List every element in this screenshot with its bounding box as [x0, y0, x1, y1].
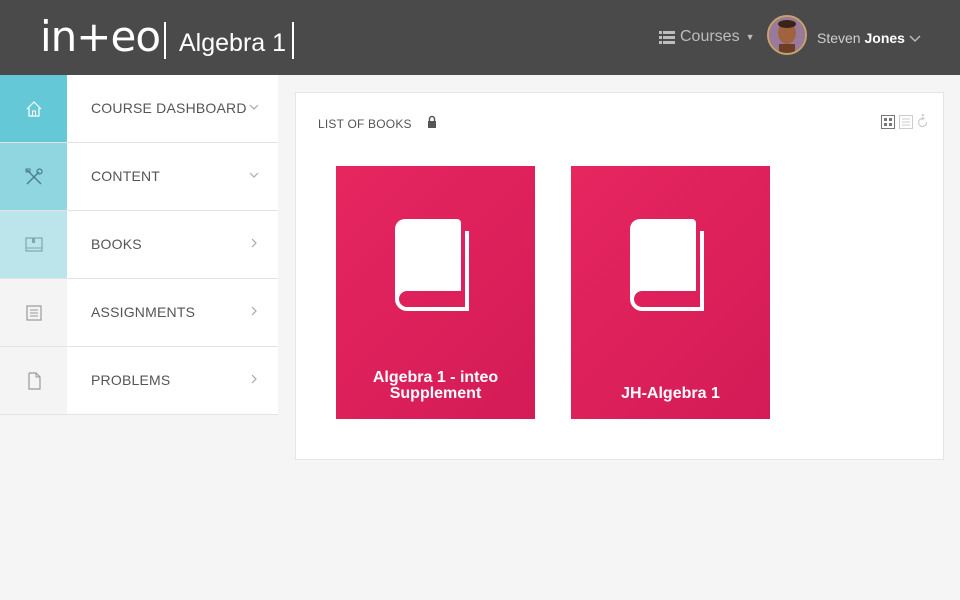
sidebar-icon-box	[0, 143, 67, 210]
courses-menu-button[interactable]: Courses ▼	[659, 27, 755, 47]
sidebar-item-label: ASSIGNMENTS	[91, 304, 196, 320]
home-icon	[26, 100, 41, 117]
chevron-right-icon	[251, 374, 257, 384]
file-icon	[27, 371, 41, 390]
books-panel: LIST OF BOOKS Algebra 1 - inteo Suppleme…	[295, 92, 944, 460]
sidebar-item-label: CONTENT	[91, 168, 161, 184]
book-title-line: Supplement	[389, 385, 482, 402]
grid-view-icon[interactable]	[881, 115, 895, 129]
sidebar-item-content[interactable]: CONTENT	[0, 143, 278, 211]
chevron-down-icon	[249, 172, 259, 178]
sidebar-icon-box	[0, 75, 67, 142]
sidebar-item-problems[interactable]: PROBLEMS	[0, 347, 278, 415]
sidebar-item-label: BOOKS	[91, 236, 142, 252]
sidebar-item-label: COURSE DASHBOARD	[91, 100, 247, 116]
sidebar-icon-box	[0, 347, 67, 414]
caret-down-icon: ▼	[745, 32, 755, 42]
sidebar-icon-box	[0, 211, 67, 278]
list-icon	[25, 304, 42, 321]
lock-icon[interactable]	[427, 115, 437, 129]
book-card[interactable]: JH-Algebra 1	[571, 166, 770, 419]
book-title-line: Algebra 1 - inteo	[372, 369, 499, 386]
sidebar: COURSE DASHBOARD CONTENT BOOKS ASSIGNMEN…	[0, 75, 278, 415]
header-divider	[292, 22, 294, 59]
logo-text: in+eo	[40, 12, 161, 61]
avatar-image	[769, 17, 805, 53]
book-icon	[24, 236, 43, 252]
top-header: in+eo Algebra 1 Courses ▼ Steven Jones	[0, 0, 960, 75]
sidebar-item-assignments[interactable]: ASSIGNMENTS	[0, 279, 278, 347]
sidebar-item-label: PROBLEMS	[91, 372, 171, 388]
tools-icon	[25, 167, 43, 184]
view-toggle	[881, 113, 929, 131]
courses-label: Courses	[680, 28, 740, 45]
book-icon	[630, 219, 704, 311]
chevron-right-icon	[251, 238, 257, 248]
book-icon	[395, 219, 469, 311]
sidebar-item-course-dashboard[interactable]: COURSE DASHBOARD	[0, 75, 278, 143]
panel-title: LIST OF BOOKS	[318, 117, 412, 131]
user-first-name: Steven	[817, 30, 861, 46]
sidebar-icon-box	[0, 279, 67, 346]
chevron-down-icon[interactable]	[908, 31, 922, 45]
chevron-right-icon	[251, 306, 257, 316]
user-name[interactable]: Steven Jones	[817, 29, 905, 47]
header-divider	[164, 22, 166, 59]
book-title-line: JH-Algebra 1	[621, 385, 720, 402]
avatar[interactable]	[767, 15, 807, 55]
book-card[interactable]: Algebra 1 - inteo Supplement	[336, 166, 535, 419]
list-icon	[659, 30, 675, 44]
course-title: Algebra 1	[179, 29, 287, 57]
sidebar-item-books[interactable]: BOOKS	[0, 211, 278, 279]
chevron-down-icon	[249, 104, 259, 110]
inteo-logo[interactable]: in+eo	[40, 12, 161, 61]
list-view-icon[interactable]	[899, 115, 913, 129]
refresh-icon[interactable]	[917, 113, 929, 131]
user-last-name: Jones	[864, 30, 905, 46]
